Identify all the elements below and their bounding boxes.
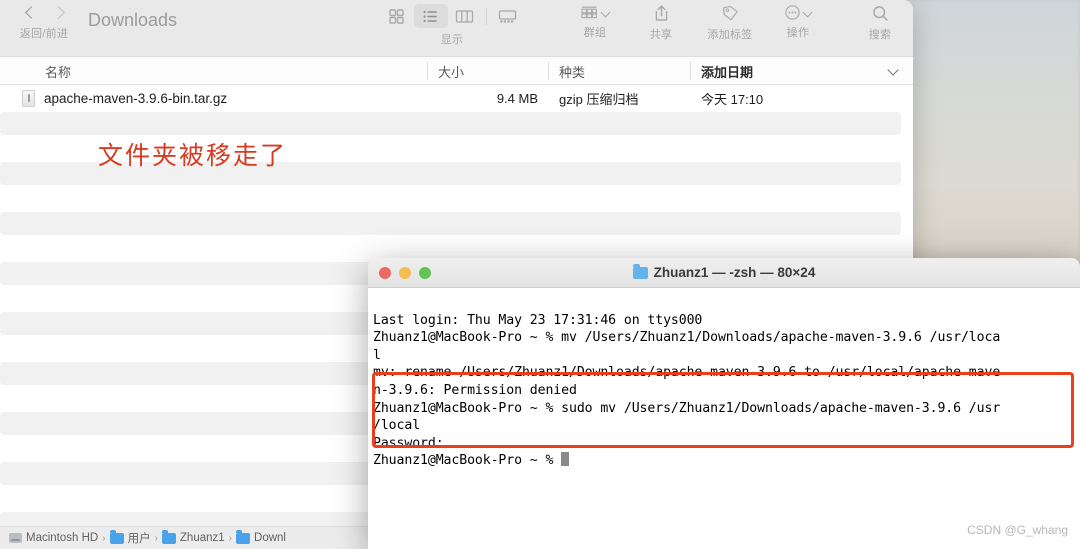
view-mode-label: 显示 <box>440 34 464 46</box>
terminal-lines-before: Last login: Thu May 23 17:31:46 on ttys0… <box>373 312 1001 398</box>
gallery-view-glyph <box>498 9 517 23</box>
file-size-cell: 9.4 MB <box>496 90 538 106</box>
chevron-down-icon[interactable] <box>602 8 611 17</box>
folder-icon <box>109 530 124 544</box>
file-name-label: apache-maven-3.9.6-bin.tar.gz <box>44 90 228 106</box>
group-by-label: 群组 <box>583 27 607 39</box>
column-header-row: 名称 大小 种类 添加日期 <box>0 57 913 85</box>
tag-icon <box>722 5 738 21</box>
finder-toolbar: 返回/前进 Downloads 显示 群组 共享 添加标签 操作 搜索 <box>0 0 913 57</box>
list-row-blank <box>0 186 913 211</box>
minimize-button[interactable] <box>399 266 411 279</box>
chevron-left-icon[interactable] <box>25 4 36 22</box>
terminal-title: Zhuanz1 — -zsh — 80×24 <box>368 263 1080 280</box>
terminal-titlebar[interactable]: Zhuanz1 — -zsh — 80×24 <box>368 258 1080 288</box>
terminal-title-label: Zhuanz1 — -zsh — 80×24 <box>653 265 816 280</box>
add-tag-button[interactable]: 添加标签 <box>698 4 762 42</box>
file-kind-cell: gzip 压缩归档 <box>559 91 639 107</box>
icon-view-glyph <box>389 8 404 24</box>
column-header-date-added[interactable]: 添加日期 <box>690 57 753 85</box>
path-segment-users[interactable]: 用户 <box>109 530 151 546</box>
zoom-button[interactable] <box>419 266 431 279</box>
list-view-icon[interactable] <box>413 4 448 28</box>
list-row-stripe <box>0 211 913 236</box>
page-title: Downloads <box>88 10 178 30</box>
gallery-view-icon[interactable] <box>491 4 525 28</box>
archive-file-icon <box>22 89 35 107</box>
list-view-glyph <box>423 10 437 22</box>
chevron-down-icon[interactable] <box>804 8 813 17</box>
window-controls[interactable] <box>379 266 431 279</box>
path-segment-zhuanz1[interactable]: Zhuanz1 <box>161 530 225 544</box>
share-button[interactable]: 共享 <box>636 4 686 42</box>
path-separator: › <box>102 532 106 544</box>
icon-view-icon[interactable] <box>380 4 414 28</box>
group-by-icon <box>580 6 597 19</box>
watermark: CSDN @G_whang <box>967 523 1068 537</box>
path-segment-macintosh-hd[interactable]: Macintosh HD <box>9 532 98 544</box>
terminal-window[interactable]: Zhuanz1 — -zsh — 80×24 Last login: Thu M… <box>368 258 1080 549</box>
column-header-kind[interactable]: 种类 <box>548 57 585 85</box>
path-separator: › <box>228 532 233 544</box>
terminal-output[interactable]: Last login: Thu May 23 17:31:46 on ttys0… <box>368 288 1080 505</box>
close-button[interactable] <box>379 266 391 279</box>
screen: 返回/前进 Downloads 显示 群组 共享 添加标签 操作 搜索 名称 大… <box>0 0 1080 549</box>
search-label: 搜索 <box>868 29 892 41</box>
search-icon <box>872 6 888 21</box>
column-header-size[interactable]: 大小 <box>427 57 464 85</box>
column-header-name[interactable]: 名称 <box>34 57 71 85</box>
folder-icon <box>236 530 251 544</box>
action-label: 操作 <box>786 27 810 39</box>
action-button[interactable]: 操作 <box>770 4 826 40</box>
terminal-lines-highlighted: Zhuanz1@MacBook-Pro ~ % sudo mv /Users/Z… <box>373 400 1001 469</box>
path-label: Downl <box>254 532 286 544</box>
folder-icon <box>632 263 648 279</box>
chevron-right-icon[interactable] <box>52 4 63 22</box>
path-label: Macintosh HD <box>26 532 99 544</box>
toolbar-divider <box>485 7 487 25</box>
table-row[interactable]: apache-maven-3.9.6-bin.tar.gz 9.4 MB gzi… <box>0 85 913 111</box>
navigation-buttons[interactable]: 返回/前进 <box>8 4 80 41</box>
hard-disk-icon <box>9 533 22 543</box>
annotation-text: 文件夹被移走了 <box>98 141 288 170</box>
view-mode-group: 显示 <box>378 4 526 47</box>
folder-icon <box>161 530 176 544</box>
share-label: 共享 <box>649 29 673 41</box>
path-segment-downloads[interactable]: Downl <box>236 530 286 544</box>
file-date-cell: 今天 17:10 <box>701 91 764 107</box>
path-label: 用户 <box>127 533 151 545</box>
search-button[interactable]: 搜索 <box>852 4 908 42</box>
stripe <box>0 212 901 235</box>
group-by-button[interactable]: 群组 <box>566 4 624 40</box>
path-label: Zhuanz1 <box>179 532 225 544</box>
stripe <box>0 112 901 135</box>
terminal-cursor <box>561 452 570 467</box>
navigation-label: 返回/前进 <box>19 28 69 40</box>
column-view-icon[interactable] <box>448 4 482 28</box>
chevron-down-icon[interactable] <box>888 66 899 77</box>
column-view-glyph <box>455 9 474 23</box>
path-separator: › <box>154 532 158 544</box>
file-name-cell[interactable]: apache-maven-3.9.6-bin.tar.gz <box>22 89 228 107</box>
action-ellipsis-icon <box>784 5 800 20</box>
list-row-stripe <box>0 111 913 136</box>
share-icon <box>655 5 667 21</box>
add-tag-label: 添加标签 <box>707 29 753 41</box>
